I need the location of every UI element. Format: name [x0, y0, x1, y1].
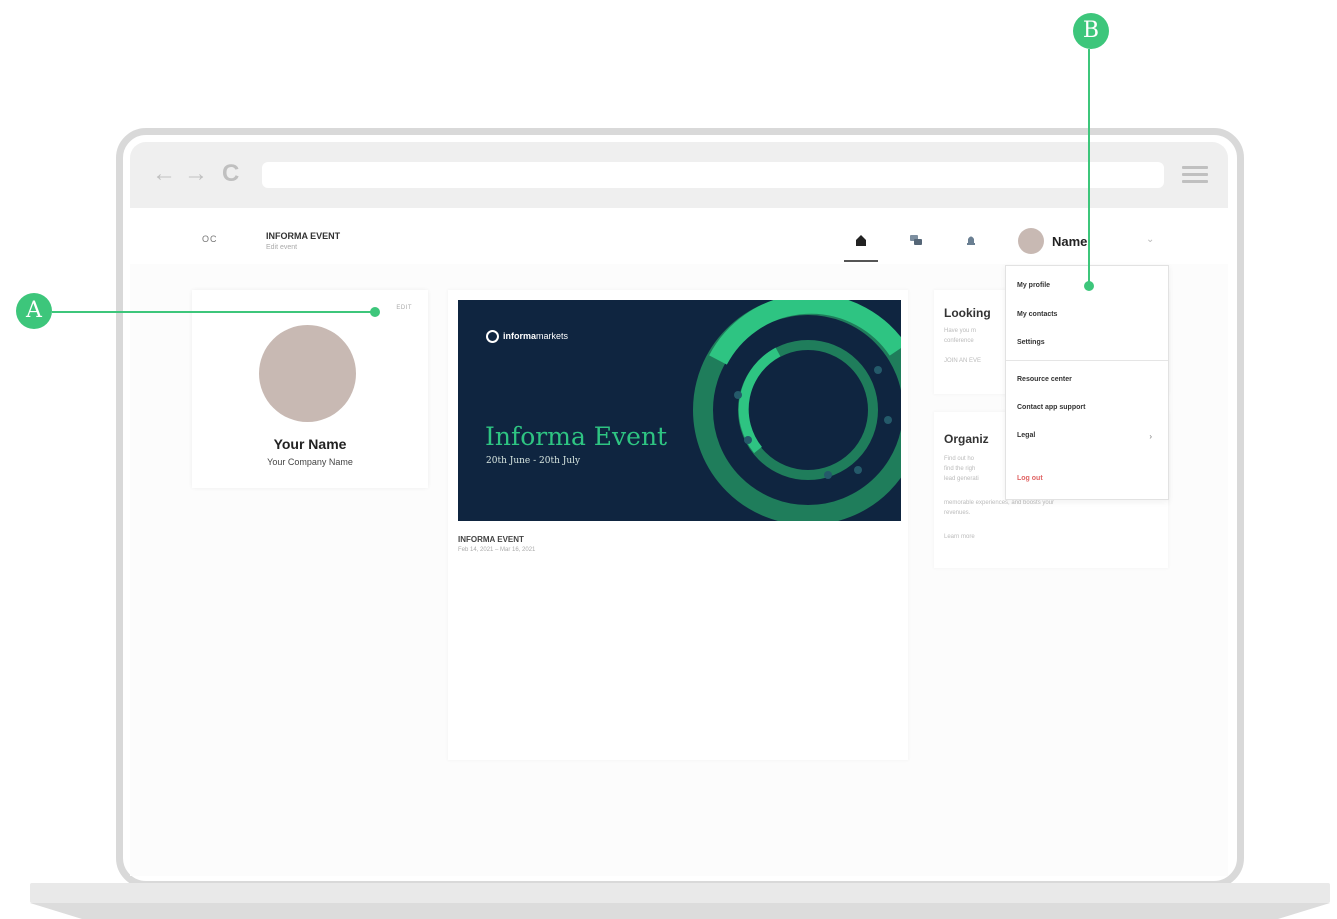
callout-b-badge: B	[1073, 13, 1109, 49]
profile-company: Your Company Name	[267, 457, 353, 467]
callout-b-dot	[1084, 281, 1094, 291]
callout-a-badge: A	[16, 293, 52, 329]
menu-item-contact-support[interactable]: Contact app support	[1017, 404, 1085, 411]
callout-a-dot	[370, 307, 380, 317]
menu-item-my-profile[interactable]: My profile	[1017, 282, 1050, 289]
forward-arrow-icon[interactable]: →	[184, 160, 208, 188]
laptop-base-bottom	[30, 903, 1330, 919]
profile-name: Your Name	[273, 436, 347, 452]
edit-profile-link[interactable]: EDIT	[396, 305, 412, 311]
chevron-down-icon[interactable]: ⌄	[1146, 234, 1154, 245]
profile-avatar	[259, 325, 356, 422]
join-event-link[interactable]: JOIN AN EVE	[944, 358, 981, 364]
profile-card: EDIT Your Name Your Company Name	[192, 290, 428, 488]
event-banner[interactable]: informamarkets Informa Event 20th June -…	[458, 300, 901, 521]
callout-a-line	[52, 311, 374, 313]
banner-ring-graphic	[693, 300, 901, 521]
back-arrow-icon[interactable]: ←	[152, 160, 176, 188]
looking-card-text: conference	[944, 338, 974, 344]
callout-b-line	[1088, 49, 1090, 285]
menu-item-my-contacts[interactable]: My contacts	[1017, 311, 1057, 318]
event-dates: Feb 14, 2021 – Mar 16, 2021	[458, 547, 536, 553]
banner-dates: 20th June - 20th July	[486, 456, 581, 466]
browser-menu-icon[interactable]	[1182, 166, 1208, 184]
home-icon[interactable]	[853, 232, 869, 248]
organizer-card-text: lead generati	[944, 476, 979, 482]
app-header: OC INFORMA EVENT Edit event Name ⌄	[130, 208, 1228, 264]
menu-item-resource-center[interactable]: Resource center	[1017, 376, 1072, 383]
avatar[interactable]	[1018, 228, 1044, 254]
organizer-card-text: Find out ho	[944, 456, 975, 462]
informa-markets-logo: informamarkets	[486, 330, 568, 343]
menu-item-settings[interactable]: Settings	[1017, 339, 1045, 346]
event-title: INFORMA EVENT	[266, 231, 341, 241]
event-card[interactable]: informamarkets Informa Event 20th June -…	[448, 290, 908, 760]
back-button[interactable]: OC	[202, 234, 218, 244]
notification-bell-icon[interactable]	[963, 232, 979, 248]
organizer-card-text: memorable experiences, and boosts your	[944, 500, 1055, 506]
menu-item-legal[interactable]: Legal	[1017, 432, 1035, 439]
banner-title: Informa Event	[485, 422, 668, 451]
chevron-right-icon: ›	[1149, 432, 1152, 441]
laptop-base	[30, 883, 1330, 903]
informa-logo-icon	[486, 330, 499, 343]
reload-icon[interactable]: C	[222, 160, 239, 188]
learn-more-link[interactable]: Learn more	[944, 534, 975, 540]
menu-divider	[1006, 360, 1168, 361]
menu-item-log-out[interactable]: Log out	[1017, 475, 1043, 482]
organizer-card-text: find the righ	[944, 466, 976, 472]
active-tab-indicator	[844, 260, 878, 262]
organizer-card-title: Organiz	[944, 432, 989, 446]
address-bar[interactable]	[262, 162, 1164, 188]
user-name[interactable]: Name	[1052, 234, 1087, 249]
edit-event-link[interactable]: Edit event	[266, 244, 297, 251]
chat-icon[interactable]	[908, 232, 924, 248]
event-name[interactable]: INFORMA EVENT	[458, 535, 524, 544]
looking-card-title: Looking	[944, 306, 991, 320]
organizer-card-text: revenues.	[944, 510, 971, 516]
user-dropdown-menu: My profile My contacts Settings Resource…	[1005, 265, 1169, 500]
looking-card-text: Have you m	[944, 328, 977, 334]
